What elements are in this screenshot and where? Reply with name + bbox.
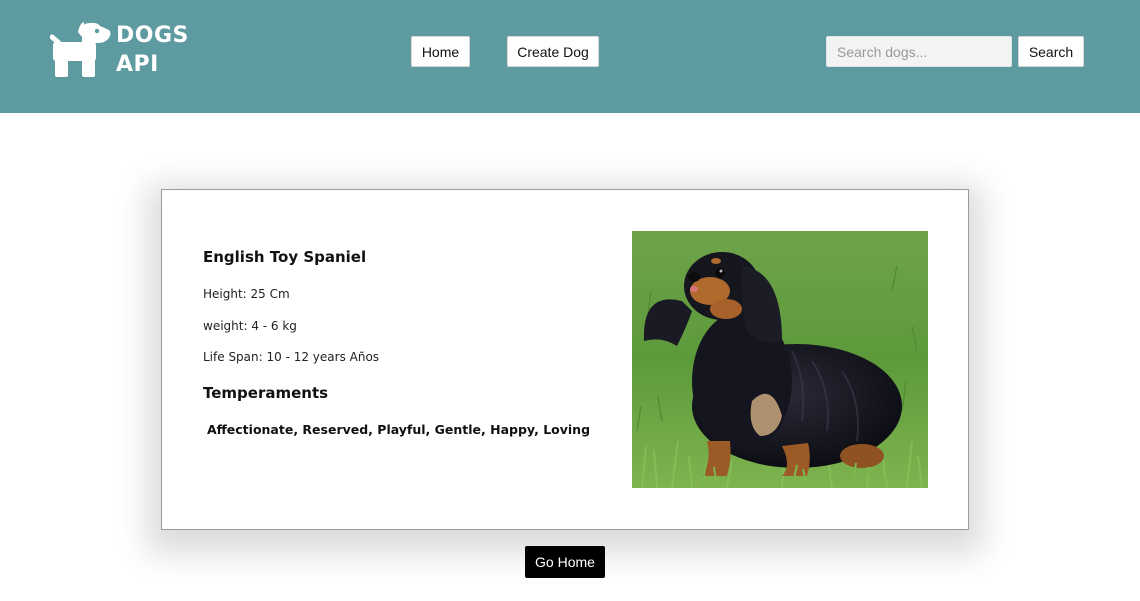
create-dog-button[interactable]: Create Dog <box>507 36 599 67</box>
dog-height: Height: 25 Cm <box>203 287 290 301</box>
logo[interactable]: DOGS API <box>50 20 200 82</box>
dog-icon <box>50 22 111 77</box>
temperaments-list: Affectionate, Reserved, Playful, Gentle,… <box>207 422 591 437</box>
search-input[interactable] <box>826 36 1012 67</box>
dog-name: English Toy Spaniel <box>203 248 367 266</box>
search-button[interactable]: Search <box>1018 36 1084 67</box>
logo-text: DOGS API <box>116 21 189 79</box>
temperaments-title: Temperaments <box>203 384 329 402</box>
go-home-button[interactable]: Go Home <box>525 546 605 578</box>
home-button[interactable]: Home <box>411 36 470 67</box>
logo-line2: API <box>116 52 159 77</box>
dog-photo <box>632 231 928 488</box>
dog-detail-card: English Toy Spaniel Height: 25 Cm weight… <box>161 189 969 530</box>
dog-life-span: Life Span: 10 - 12 years Años <box>203 350 380 364</box>
dog-weight: weight: 4 - 6 kg <box>203 319 297 333</box>
logo-line1: DOGS <box>116 23 189 48</box>
navbar: DOGS API Home Create Dog Search <box>0 0 1140 113</box>
